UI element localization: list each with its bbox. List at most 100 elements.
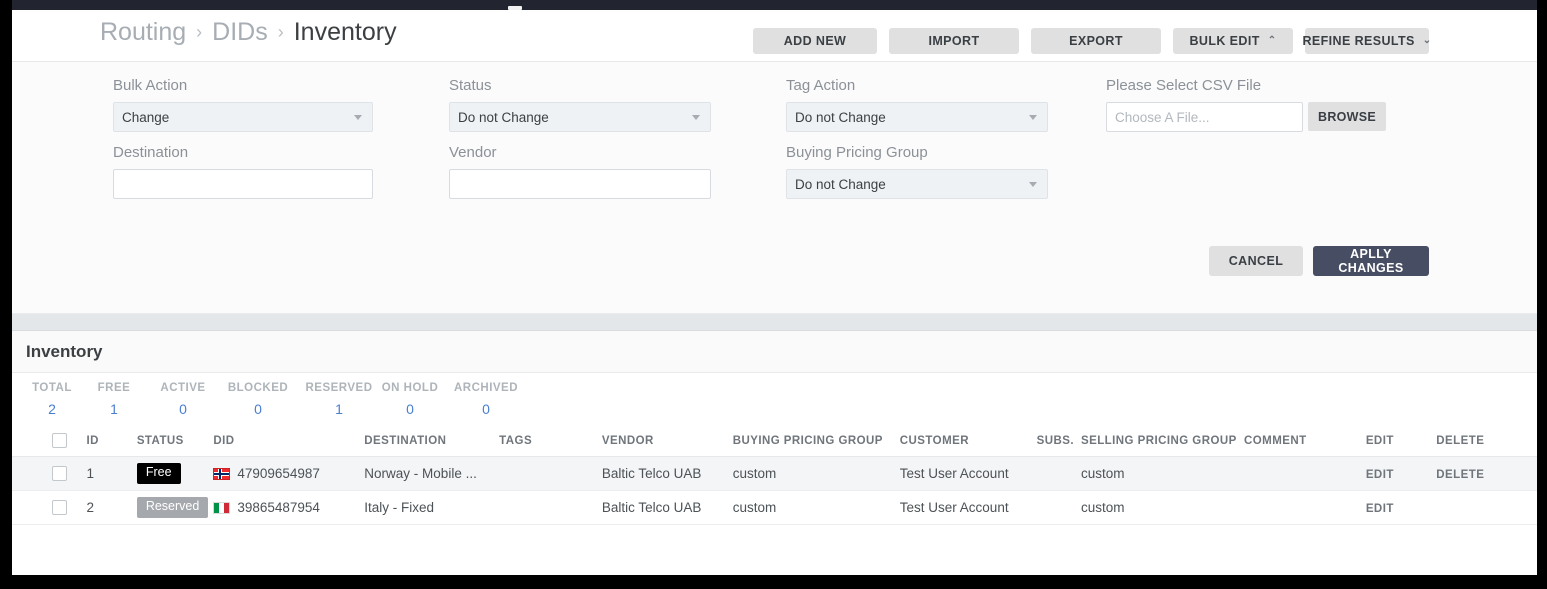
cell-customer: Test User Account xyxy=(899,456,1037,491)
stat-archived-value[interactable]: 0 xyxy=(448,401,524,417)
breadcrumb-item-dids[interactable]: DIDs xyxy=(212,18,268,47)
bulk-edit-button[interactable]: BULK EDIT ⌃ xyxy=(1173,28,1293,54)
column-tags[interactable]: TAGS xyxy=(499,427,602,457)
tag-action-select[interactable]: Do not Change xyxy=(786,102,1048,132)
cell-subs xyxy=(1036,456,1081,491)
cell-vendor: Baltic Telco UAB xyxy=(601,456,733,491)
column-comment[interactable]: COMMENT xyxy=(1244,427,1366,457)
stat-archived: ARCHIVED 0 xyxy=(448,382,524,417)
cell-buying-pricing-group: custom xyxy=(732,490,900,525)
cancel-button[interactable]: CANCEL xyxy=(1209,246,1303,276)
cell-comment xyxy=(1244,490,1366,525)
column-id[interactable]: ID xyxy=(86,427,137,457)
breadcrumb-item-routing[interactable]: Routing xyxy=(100,18,186,47)
column-did[interactable]: DID xyxy=(213,427,365,457)
inventory-title-bar: Inventory xyxy=(12,331,1537,373)
stat-free-label: FREE xyxy=(97,382,131,394)
stat-reserved-value[interactable]: 1 xyxy=(300,401,378,417)
buying-pricing-group-select[interactable]: Do not Change xyxy=(786,169,1048,199)
cell-subs xyxy=(1036,490,1081,525)
apply-changes-button[interactable]: APLLY CHANGES xyxy=(1313,246,1429,276)
stat-active-value[interactable]: 0 xyxy=(153,401,213,417)
vendor-label: Vendor xyxy=(449,144,497,161)
row-checkbox[interactable] xyxy=(52,466,67,482)
row-checkbox[interactable] xyxy=(52,500,67,516)
column-customer[interactable]: CUSTOMER xyxy=(899,427,1037,457)
stat-free: FREE 1 xyxy=(90,382,138,417)
vendor-input[interactable] xyxy=(449,169,711,199)
stat-blocked-label: BLOCKED xyxy=(227,382,289,394)
inventory-title: Inventory xyxy=(26,341,103,361)
chevron-down-icon xyxy=(1029,114,1037,120)
csv-file-input[interactable] xyxy=(1106,102,1303,132)
column-destination[interactable]: DESTINATION xyxy=(364,427,500,457)
stat-free-value[interactable]: 1 xyxy=(90,401,138,417)
cell-edit: EDIT xyxy=(1365,490,1437,525)
row-select-cell xyxy=(12,490,87,525)
destination-label: Destination xyxy=(113,144,189,161)
stat-archived-label: ARCHIVED xyxy=(453,382,519,394)
stat-blocked-value[interactable]: 0 xyxy=(223,401,293,417)
cell-customer: Test User Account xyxy=(899,490,1037,525)
norway-flag-icon xyxy=(213,467,231,480)
stat-total-label: TOTAL xyxy=(32,382,72,394)
cell-tags xyxy=(499,490,602,525)
column-selling-pricing-group[interactable]: SELLING PRICING GROUP xyxy=(1080,427,1245,457)
breadcrumb-separator-icon: › xyxy=(277,22,284,42)
import-button[interactable]: IMPORT xyxy=(889,28,1019,54)
page-title: Inventory xyxy=(293,18,397,46)
cell-buying-pricing-group: custom xyxy=(732,456,900,491)
stat-total-value[interactable]: 2 xyxy=(24,401,80,417)
stat-total: TOTAL 2 xyxy=(24,382,80,417)
cell-status: Reserved xyxy=(136,490,214,525)
page-header: Routing › DIDs › Inventory ADD NEW IMPOR… xyxy=(12,10,1537,62)
column-buying-pricing-group[interactable]: BUYING PRICING GROUP xyxy=(732,427,900,457)
stat-on-hold-value[interactable]: 0 xyxy=(375,401,445,417)
column-vendor[interactable]: VENDOR xyxy=(601,427,733,457)
select-all-checkbox[interactable] xyxy=(52,433,67,448)
refine-results-button[interactable]: REFINE RESULTS ⌄ xyxy=(1302,28,1431,54)
cell-selling-pricing-group: custom xyxy=(1080,456,1245,491)
row-select-cell xyxy=(12,456,87,491)
bulk-edit-panel: Bulk Action Change Status Do not Change … xyxy=(12,62,1537,314)
status-select[interactable]: Do not Change xyxy=(449,102,711,132)
stat-blocked: BLOCKED 0 xyxy=(223,382,293,417)
window-chrome-bottom xyxy=(0,575,1547,589)
did-number[interactable]: 47909654987 xyxy=(237,466,320,481)
edit-button[interactable]: EDIT xyxy=(1366,469,1394,481)
cell-edit: EDIT xyxy=(1365,456,1437,491)
add-new-button[interactable]: ADD NEW xyxy=(753,28,877,54)
cell-id: 2 xyxy=(86,490,137,525)
browse-button[interactable]: BROWSE xyxy=(1308,102,1387,131)
header-actions: ADD NEW IMPORT EXPORT BULK EDIT ⌃ REFINE… xyxy=(753,28,1431,54)
bulk-action-select[interactable]: Change xyxy=(113,102,373,132)
column-subs[interactable]: SUBS. xyxy=(1036,427,1081,457)
stat-active-label: ACTIVE xyxy=(160,382,206,394)
cell-status: Free xyxy=(136,456,214,491)
table-row: 2 Reserved 39865487954 Italy - Fixed Bal… xyxy=(12,490,1537,525)
status-badge: Free xyxy=(136,463,181,484)
export-button[interactable]: EXPORT xyxy=(1031,28,1161,54)
did-number[interactable]: 39865487954 xyxy=(237,500,320,515)
column-status[interactable]: STATUS xyxy=(136,427,214,457)
stat-on-hold-label: ON HOLD xyxy=(381,382,439,394)
chevron-up-icon: ⌃ xyxy=(1267,35,1277,46)
cell-destination: Italy - Fixed xyxy=(364,490,500,525)
refine-results-label: REFINE RESULTS xyxy=(1302,34,1415,48)
stat-on-hold: ON HOLD 0 xyxy=(375,382,445,417)
cell-delete: DELETE xyxy=(1436,456,1537,491)
window-chrome-left xyxy=(0,0,12,589)
chevron-down-icon xyxy=(692,114,700,120)
destination-input[interactable] xyxy=(113,169,373,199)
column-select-all xyxy=(12,427,87,457)
edit-button[interactable]: EDIT xyxy=(1366,503,1394,515)
chevron-down-icon xyxy=(1029,181,1037,187)
delete-button[interactable]: DELETE xyxy=(1436,469,1484,481)
cell-delete xyxy=(1436,490,1537,525)
csv-file-label: Please Select CSV File xyxy=(1106,77,1262,94)
stat-reserved-label: RESERVED xyxy=(305,382,373,394)
cell-did: 47909654987 xyxy=(213,456,365,491)
status-value: Do not Change xyxy=(458,109,549,125)
window-chrome-top xyxy=(0,0,1547,10)
table-row: 1 Free 47909654987 Norway - Mobile ... B… xyxy=(12,456,1537,491)
